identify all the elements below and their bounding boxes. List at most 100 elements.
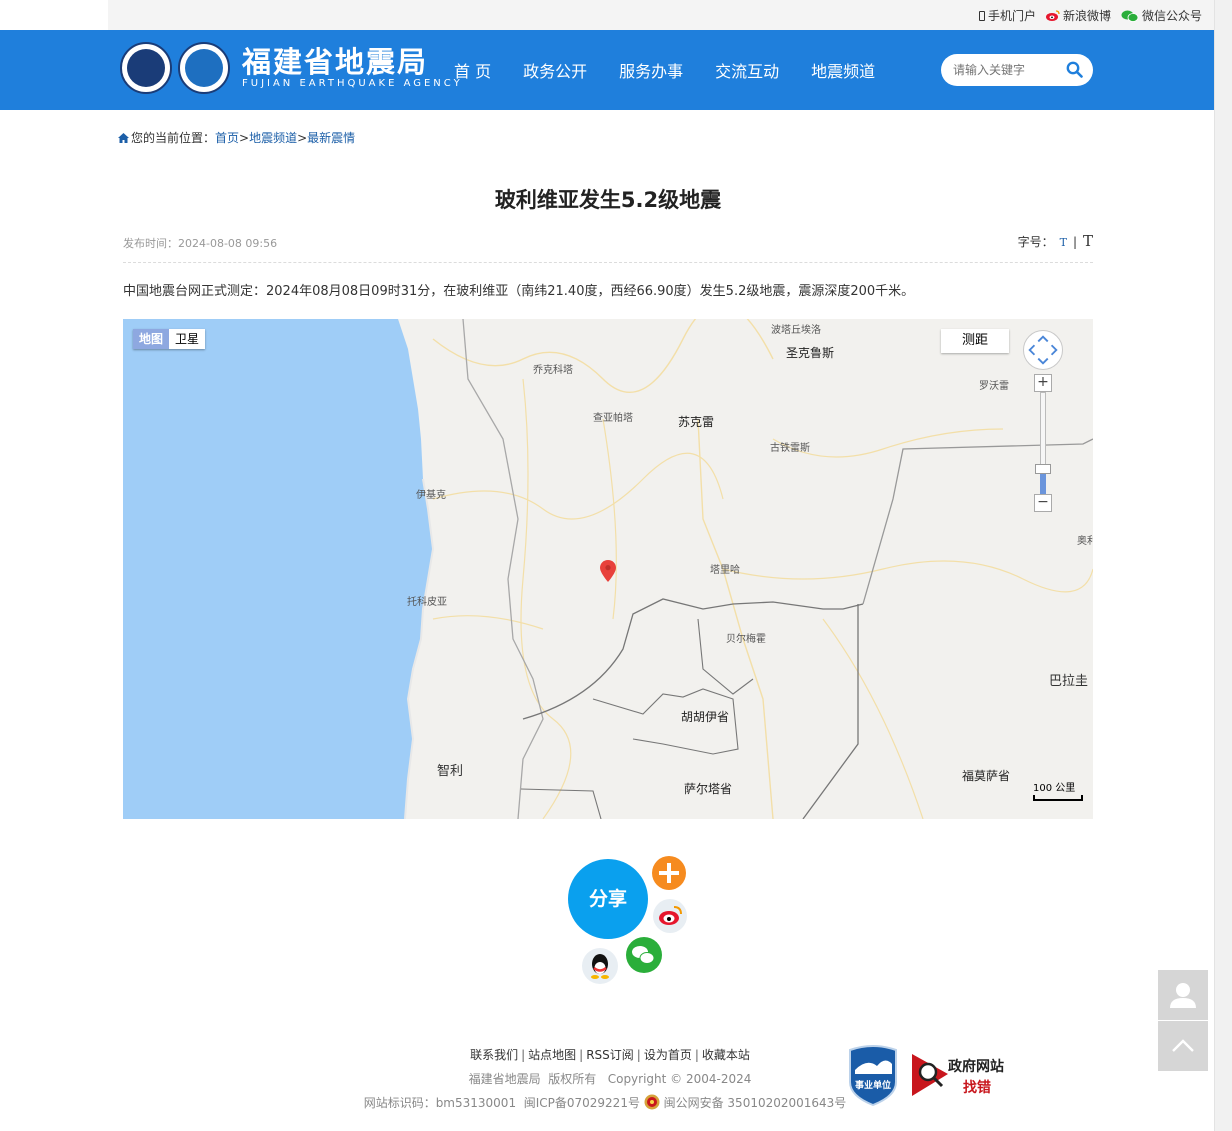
- measure-distance-button[interactable]: 测距: [941, 329, 1009, 353]
- logo-subtitle: FUJIAN EARTHQUAKE AGENCY: [242, 78, 463, 89]
- public-institution-badge-icon[interactable]: 事业单位: [847, 1044, 899, 1106]
- map-label: 罗沃雷: [979, 381, 1009, 392]
- footer-set-homepage-link[interactable]: 设为首页: [644, 1048, 692, 1062]
- side-user-button[interactable]: [1158, 970, 1208, 1020]
- police-record-link[interactable]: 闽公网安备 35010202001643号: [664, 1096, 847, 1110]
- nav-earthquake-channel[interactable]: 地震频道: [811, 58, 875, 82]
- breadcrumb-home[interactable]: 首页: [215, 129, 239, 146]
- map-type-map-button[interactable]: 地图: [133, 329, 170, 349]
- site-logo[interactable]: 福建省地震局 FUJIAN EARTHQUAKE AGENCY: [120, 42, 463, 94]
- map-label: 波塔丘埃洛: [771, 325, 821, 336]
- footer-sitemap-link[interactable]: 站点地图: [528, 1048, 576, 1062]
- badge-unit-label: 事业单位: [855, 1079, 891, 1091]
- article-title: 玻利维亚发生5.2级地震: [494, 188, 722, 212]
- title-divider: [123, 262, 1093, 263]
- earthquake-map[interactable]: 波塔丘埃洛 圣克鲁斯 罗沃雷 乔克科塔 查亚帕塔 苏克雷 古铁雷斯 伊基克 奥利…: [123, 319, 1093, 819]
- share-qq-icon[interactable]: [582, 948, 618, 984]
- map-label: 巴拉圭: [1049, 674, 1089, 689]
- mobile-portal-label: 手机门户: [987, 9, 1036, 23]
- nav-services[interactable]: 服务办事: [619, 58, 683, 82]
- map-pan-control-icon[interactable]: [1023, 330, 1063, 370]
- epicenter-marker-icon[interactable]: [600, 560, 616, 582]
- map-scale-bar: [1033, 795, 1083, 801]
- footer-separator: |: [694, 1048, 699, 1062]
- zoom-in-button[interactable]: +: [1034, 374, 1052, 392]
- map-label: 塔里哈: [710, 565, 740, 576]
- search-input[interactable]: [941, 54, 1051, 86]
- breadcrumb-prefix: 您的当前位置：: [131, 131, 216, 145]
- map-label: 贝尔梅霍: [726, 634, 766, 645]
- copyright-year: Copyright © 2004-2024: [607, 1072, 752, 1086]
- zoom-slider-handle[interactable]: [1035, 464, 1051, 474]
- footer-rss-link[interactable]: RSS订阅: [586, 1048, 634, 1062]
- top-bar: 手机门户 新浪微博 微信公众号: [108, 0, 1214, 30]
- map-label: 乔克科塔: [533, 365, 573, 376]
- icp-link[interactable]: 闽ICP备07029221号: [524, 1096, 640, 1110]
- map-scale-label: 100 公里: [1033, 783, 1076, 794]
- font-large-button[interactable]: T: [1083, 232, 1093, 250]
- nav-government-affairs[interactable]: 政务公开: [523, 58, 587, 82]
- zoom-out-button[interactable]: −: [1034, 494, 1052, 512]
- footer-separator: |: [636, 1048, 641, 1062]
- police-badge-icon: [644, 1094, 660, 1110]
- article-body: 中国地震台网正式测定：2024年08月08日09时31分，在玻利维亚（南纬21.…: [123, 284, 915, 299]
- map-label: 胡胡伊省: [681, 710, 730, 724]
- weibo-icon: [1045, 10, 1060, 21]
- search-icon[interactable]: [1066, 61, 1083, 78]
- breadcrumb-earthquake-channel[interactable]: 地震频道: [249, 129, 297, 146]
- footer-contact-link[interactable]: 联系我们: [470, 1048, 518, 1062]
- main-nav: 首 页 政务公开 服务办事 交流互动 地震频道: [454, 30, 875, 110]
- national-emblem-icon: [120, 42, 172, 94]
- copyright-rights: 版权所有: [548, 1072, 597, 1086]
- back-to-top-button[interactable]: [1158, 1021, 1208, 1071]
- map-label: 圣克鲁斯: [786, 346, 835, 360]
- footer-links: 联系我们 | 站点地图 | RSS订阅 | 设为首页 | 收藏本站: [360, 1043, 860, 1067]
- footer-separator: |: [521, 1048, 526, 1062]
- nav-interaction[interactable]: 交流互动: [715, 58, 779, 82]
- badge-gov-subtitle: 找错: [963, 1080, 991, 1096]
- map-label: 福莫萨省: [962, 769, 1011, 783]
- home-icon: [118, 132, 129, 143]
- share-weibo-icon[interactable]: [653, 899, 687, 933]
- breadcrumb-separator: >: [297, 130, 308, 145]
- footer-bookmark-link[interactable]: 收藏本站: [702, 1048, 750, 1062]
- font-size-label: 字号：: [1017, 235, 1054, 249]
- map-type-switcher: 地图 卫星: [133, 329, 206, 349]
- error-report-magnifier-icon: [912, 1054, 948, 1096]
- wechat-link[interactable]: 微信公众号: [1121, 7, 1202, 24]
- footer-separator: |: [579, 1048, 584, 1062]
- breadcrumb-latest-quakes[interactable]: 最新震情: [307, 129, 355, 146]
- wechat-icon: [1121, 10, 1139, 22]
- nav-home[interactable]: 首 页: [454, 58, 491, 82]
- share-more-icon[interactable]: [652, 856, 686, 890]
- font-small-button[interactable]: T: [1060, 236, 1067, 249]
- publish-time: 发布时间：2024-08-08 09:56: [123, 237, 278, 250]
- wechat-label: 微信公众号: [1141, 9, 1202, 23]
- page-scrollbar[interactable]: [1214, 0, 1232, 1131]
- logo-title: 福建省地震局: [242, 45, 429, 79]
- user-icon: [1170, 983, 1196, 1008]
- site-id: 网站标识码：bm53130001: [363, 1096, 517, 1110]
- gov-site-error-report-badge[interactable]: 政府网站 找错: [910, 1052, 1010, 1098]
- map-label: 伊基克: [416, 490, 446, 501]
- breadcrumb-separator: >: [239, 130, 250, 145]
- copyright-org: 福建省地震局: [468, 1072, 541, 1086]
- weibo-label: 新浪微博: [1062, 9, 1111, 23]
- map-label: 托科皮亚: [407, 597, 447, 608]
- breadcrumb: 您的当前位置： 首页 > 地震频道 > 最新震情: [118, 129, 355, 146]
- mobile-portal-link[interactable]: 手机门户: [978, 7, 1036, 24]
- map-label: 萨尔塔省: [684, 782, 733, 796]
- map-scale: 100 公里: [1033, 779, 1083, 801]
- site-header: 福建省地震局 FUJIAN EARTHQUAKE AGENCY 首 页 政务公开…: [0, 30, 1214, 110]
- map-label: 苏克雷: [678, 415, 715, 429]
- share-wechat-icon[interactable]: [626, 937, 662, 973]
- search-box: [941, 54, 1093, 86]
- font-size-separator: |: [1072, 235, 1077, 249]
- phone-icon: [978, 10, 985, 21]
- share-button[interactable]: 分享: [568, 859, 648, 939]
- map-label: 奥利: [1077, 536, 1093, 547]
- map-label: 古铁雷斯: [770, 443, 810, 454]
- map-type-satellite-button[interactable]: 卫星: [169, 329, 206, 349]
- site-footer: 联系我们 | 站点地图 | RSS订阅 | 设为首页 | 收藏本站 福建省地震局 版权所有 Co…: [360, 1043, 860, 1115]
- weibo-link[interactable]: 新浪微博: [1045, 7, 1111, 24]
